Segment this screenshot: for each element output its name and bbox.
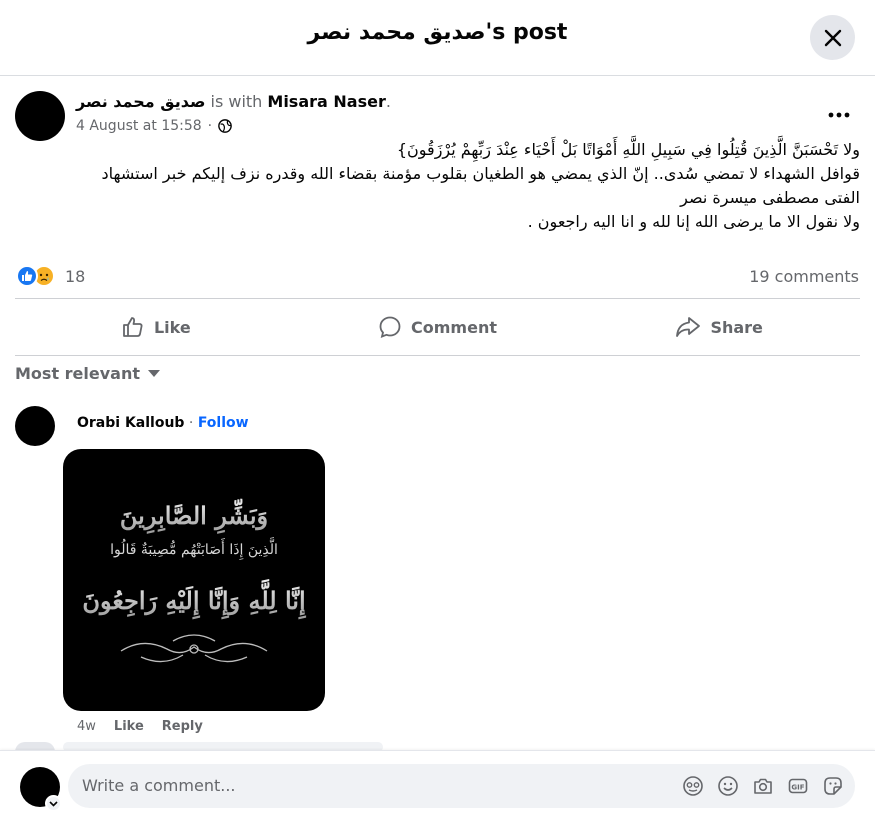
- thumbs-up-icon: [123, 317, 143, 337]
- post-text-line: ولا نقول الا ما يرضى الله إنا لله و انا …: [527, 212, 860, 231]
- commenter-name[interactable]: Orabi Kalloub: [77, 415, 184, 431]
- calligraphy-line-2: الَّذِينَ إِذَا أَصَابَتْهُم مُّصِيبَةٌ …: [110, 537, 278, 560]
- comment-sort-dropdown[interactable]: Most relevant: [15, 364, 160, 383]
- globe-icon[interactable]: [218, 119, 232, 133]
- comment-like-button[interactable]: Like: [114, 719, 144, 734]
- sort-label: Most relevant: [15, 364, 140, 383]
- comment-reply-button[interactable]: Reply: [162, 719, 203, 734]
- svg-text:GIF: GIF: [791, 784, 804, 792]
- post-action-bar: Like Comment Share: [15, 298, 860, 356]
- comment-dot: ·: [188, 415, 194, 431]
- reactions-summary[interactable]: 18: [16, 265, 85, 287]
- sticker-icon[interactable]: [821, 774, 845, 798]
- share-label: Share: [710, 317, 763, 337]
- ornament-flourish: [120, 634, 268, 663]
- camera-icon[interactable]: [751, 774, 775, 798]
- comment-bubble-icon: [379, 316, 401, 338]
- condolence-calligraphy: وَبَشِّرِ الصَّابِرِينَ الَّذِينَ إِذَا …: [82, 497, 306, 663]
- commenter-avatar[interactable]: [15, 406, 55, 446]
- comment-input-placeholder: Write a comment...: [82, 776, 236, 795]
- comment-composer: Write a comment... GIF: [0, 750, 875, 832]
- with-text: is with: [205, 92, 268, 111]
- close-icon: [824, 29, 841, 46]
- dialog-header: صديق محمد نصر's post: [0, 0, 875, 76]
- chevron-down-icon: [49, 800, 58, 807]
- author-name[interactable]: صديق محمد نصر: [76, 92, 205, 111]
- comments-count[interactable]: 19 comments: [749, 267, 859, 286]
- post-text-line: ولا تَحْسَبَنَّ الَّذِينَ قُتِلُوا فِي س…: [396, 140, 860, 159]
- author-avatar[interactable]: [15, 91, 65, 141]
- emoji-icon[interactable]: [716, 774, 740, 798]
- comment-input[interactable]: Write a comment... GIF: [68, 764, 855, 808]
- post-text-line: الفتى مصطفى ميسرة نصر: [680, 188, 860, 207]
- calligraphy-line-1: وَبَشِّرِ الصَّابِرِينَ: [120, 497, 268, 533]
- gif-icon[interactable]: GIF: [786, 774, 810, 798]
- dialog-title: صديق محمد نصر's post: [307, 20, 568, 45]
- more-dots-icon: [828, 112, 850, 118]
- like-reaction-icon: [16, 265, 38, 287]
- follow-button[interactable]: Follow: [198, 415, 249, 431]
- author-line: صديق محمد نصر is with Misara Naser.: [76, 92, 391, 111]
- avatar-sticker-icon[interactable]: [681, 774, 705, 798]
- close-button[interactable]: [810, 15, 855, 60]
- calligraphy-line-3: إِنَّا لِلَّهِ وَإِنَّا إِلَيْهِ رَاجِعُ…: [82, 579, 306, 620]
- comment-button[interactable]: Comment: [297, 299, 579, 355]
- tagged-suffix: .: [385, 92, 391, 111]
- comment-header: Orabi Kalloub · Follow: [77, 415, 249, 431]
- comment-meta: 4w Like Reply: [77, 719, 203, 734]
- post-timestamp[interactable]: 4 August at 15:58: [76, 118, 202, 134]
- tagged-person[interactable]: Misara Naser: [267, 92, 385, 111]
- post-text: ولا تَحْسَبَنَّ الَّذِينَ قُتِلُوا فِي س…: [70, 138, 860, 234]
- like-button[interactable]: Like: [15, 299, 297, 355]
- post-text-line: قوافل الشهداء لا تمضي سُدى.. إنّ الذي يم…: [101, 164, 860, 183]
- comment-age[interactable]: 4w: [77, 719, 96, 734]
- post-meta: 4 August at 15:58 ·: [76, 118, 232, 134]
- reaction-count[interactable]: 18: [65, 267, 85, 286]
- more-options-button[interactable]: [822, 98, 856, 132]
- share-button[interactable]: Share: [578, 299, 860, 355]
- like-label: Like: [153, 317, 191, 337]
- profile-switch-button[interactable]: [45, 795, 62, 812]
- share-arrow-icon: [676, 317, 701, 337]
- composer-tools: GIF: [681, 774, 845, 798]
- meta-dot: ·: [207, 118, 213, 134]
- comment-label: Comment: [411, 317, 497, 337]
- comment-image[interactable]: وَبَشِّرِ الصَّابِرِينَ الَّذِينَ إِذَا …: [63, 449, 325, 711]
- caret-down-icon: [148, 369, 160, 377]
